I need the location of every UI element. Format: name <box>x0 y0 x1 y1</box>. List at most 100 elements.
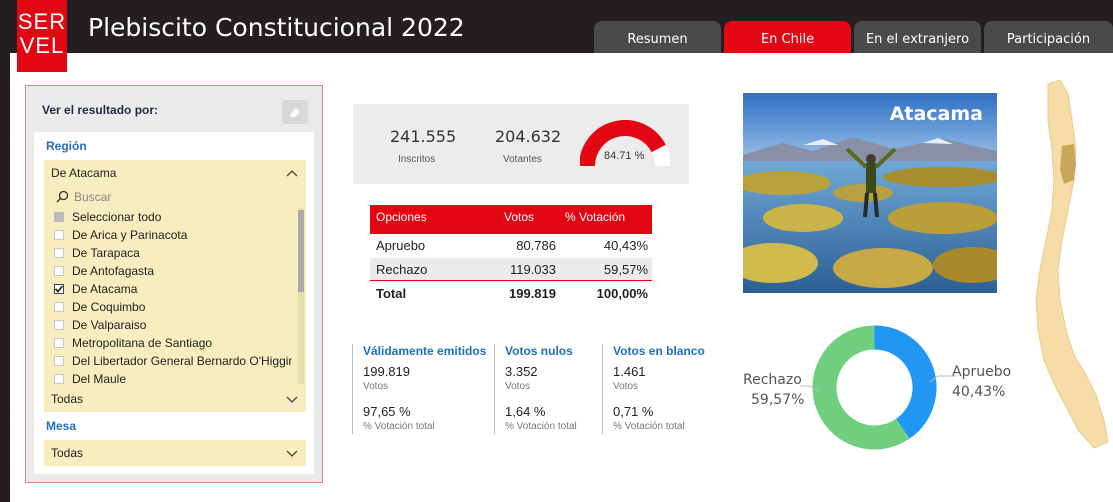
search-placeholder: Buscar <box>74 190 112 204</box>
list-item-region[interactable]: Del Maule <box>52 370 292 386</box>
participation-gauge <box>580 120 670 167</box>
tab-resumen[interactable]: Resumen <box>594 21 721 53</box>
table-total-row: Total 199.819 100,00% <box>370 282 652 306</box>
donut-leader-line-apruebo <box>930 375 956 383</box>
filter-inner: Región De Atacama Buscar Seleccionar tod… <box>34 132 314 474</box>
tab-label: En Chile <box>760 32 815 47</box>
list-item-label: Metropolitana de Santiago <box>72 336 213 350</box>
mesa-dropdown[interactable]: Todas <box>44 440 306 466</box>
list-item-label: De Tarapaca <box>72 246 140 260</box>
comuna-value: Todas <box>51 392 84 406</box>
search-input[interactable]: Buscar <box>56 188 111 206</box>
tab-en-chile[interactable]: En Chile <box>724 21 851 53</box>
tab-label: En el extranjero <box>865 32 970 47</box>
cell-votes: 199.819 <box>509 286 556 301</box>
checkbox[interactable] <box>54 212 64 222</box>
checkbox[interactable] <box>54 356 64 366</box>
cell-option: Rechazo <box>376 262 428 277</box>
checkbox[interactable] <box>54 374 64 384</box>
checkbox[interactable] <box>54 320 64 330</box>
list-item-label: Seleccionar todo <box>72 210 162 224</box>
breakdown-title: Votos nulos <box>505 344 573 358</box>
checkbox[interactable] <box>54 266 64 276</box>
region-label: Región <box>46 139 87 153</box>
checkbox[interactable] <box>54 302 64 312</box>
checkbox-checked[interactable] <box>54 284 64 294</box>
list-item-region[interactable]: De Valparaiso <box>52 316 292 334</box>
checkbox[interactable] <box>54 338 64 348</box>
chevron-up-icon <box>286 170 298 177</box>
breakdown-pct: 1,64 % <box>505 404 546 419</box>
breakdown-count: 199.819 <box>363 364 410 379</box>
tab-en-el-extranjero[interactable]: En el extranjero <box>854 21 981 53</box>
breakdown-validos: Válidamente emitidos 199.819 Votos 97,65… <box>352 344 502 434</box>
cell-pct: 40,43% <box>603 238 648 253</box>
inscritos-label: Inscritos <box>398 154 436 165</box>
eraser-icon[interactable] <box>282 100 308 124</box>
list-item-label: De Antofagasta <box>72 264 155 278</box>
map-chile-outline <box>1035 80 1108 449</box>
mesa-label: Mesa <box>46 419 77 433</box>
breakdown-blanco: Votos en blanco 1.461 Votos 0,71 % % Vot… <box>602 344 712 434</box>
breakdown-count: 1.461 <box>613 364 646 379</box>
list-item-region[interactable]: De Antofagasta <box>52 262 292 280</box>
cell-option: Total <box>376 286 407 301</box>
comuna-dropdown[interactable]: Todas <box>44 386 306 412</box>
checkbox[interactable] <box>54 230 64 240</box>
region-list: Buscar Seleccionar todo De Arica y Parin… <box>44 186 306 386</box>
tab-participacion[interactable]: Participación <box>984 21 1113 53</box>
chevron-down-icon <box>286 396 298 403</box>
table-row: Rechazo 119.033 59,57% <box>370 258 652 282</box>
list-item-region[interactable]: De Arica y Parinacota <box>52 226 292 244</box>
breakdown-pct-label: % Votación total <box>505 421 577 432</box>
result-donut-chart <box>812 325 937 450</box>
donut-segment-apruebo <box>873 325 937 439</box>
list-item-region[interactable]: De Coquimbo <box>52 298 292 316</box>
cell-votes: 119.033 <box>509 262 556 277</box>
cell-option: Apruebo <box>376 238 426 253</box>
table-row: Apruebo 80.786 40,43% <box>370 234 652 258</box>
votantes-label: Votantes <box>503 154 542 165</box>
chile-region-map[interactable] <box>1030 80 1108 452</box>
list-item-label: De Atacama <box>72 282 138 296</box>
photo-region-label: Atacama <box>889 103 983 125</box>
list-item-seleccionar-todo[interactable]: Seleccionar todo <box>52 208 292 226</box>
list-item-region[interactable]: Del Libertador General Bernardo O'Higgin… <box>52 352 292 370</box>
header-opciones: Opciones <box>376 210 427 224</box>
list-item-label: De Valparaiso <box>72 318 147 332</box>
breakdown-title: Votos en blanco <box>613 344 705 358</box>
participation-pct: 84.71 % <box>604 150 645 162</box>
list-item-region[interactable]: Metropolitana de Santiago <box>52 334 292 352</box>
donut-leader-line-rechazo <box>800 385 820 393</box>
total-divider <box>370 280 652 281</box>
inscritos-value: 241.555 <box>390 127 457 146</box>
checkbox[interactable] <box>54 248 64 258</box>
header-pct-votacion: % Votación <box>565 210 626 224</box>
donut-label-rechazo: Rechazo <box>743 372 802 388</box>
donut-label-apruebo: Apruebo <box>952 364 1012 380</box>
tab-label: Resumen <box>627 32 688 47</box>
list-item-label: Del Libertador General Bernardo O'Higgin… <box>72 354 292 368</box>
breakdown-nulos: Votos nulos 3.352 Votos 1,64 % % Votació… <box>494 344 599 434</box>
list-item-label: Del Maule <box>72 372 127 386</box>
tab-label: Participación <box>1006 32 1091 47</box>
logo-text-bottom: VEL <box>19 33 65 58</box>
breakdown-pct-label: % Votación total <box>613 421 685 432</box>
cell-pct: 100,00% <box>596 286 648 301</box>
header-votos: Votos <box>504 210 535 224</box>
mesa-value: Todas <box>51 446 84 460</box>
breakdown-count-label: Votos <box>505 381 531 392</box>
breakdown-count-label: Votos <box>363 381 389 392</box>
breakdown-count: 3.352 <box>505 364 538 379</box>
donut-value-apruebo: 40,43% <box>952 384 1006 400</box>
servel-logo: SER VEL <box>17 0 67 72</box>
list-item-region[interactable]: De Tarapaca <box>52 244 292 262</box>
list-scrollbar-thumb[interactable] <box>298 210 304 292</box>
region-dropdown[interactable]: De Atacama <box>44 160 306 186</box>
search-icon <box>56 190 69 203</box>
page-title: Plebiscito Constitucional 2022 <box>88 13 465 42</box>
list-item-region[interactable]: De Atacama <box>52 280 292 298</box>
breakdown-pct-label: % Votación total <box>363 421 435 432</box>
map-region-atacama[interactable] <box>1060 144 1076 184</box>
left-edge-bar <box>0 53 10 502</box>
